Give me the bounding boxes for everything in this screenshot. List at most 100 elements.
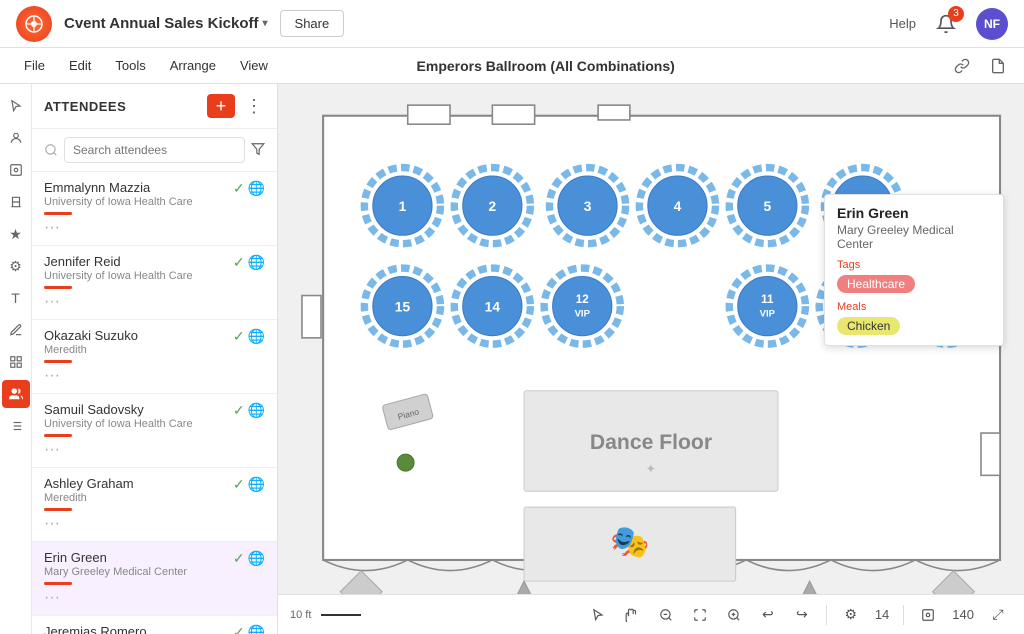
- chair-tool[interactable]: [2, 188, 30, 216]
- help-link[interactable]: Help: [889, 16, 916, 31]
- link-icon[interactable]: [948, 52, 976, 80]
- attendee-bar: [44, 286, 72, 289]
- pdf-icon[interactable]: [984, 52, 1012, 80]
- app-title: Cvent Annual Sales Kickoff ▾: [64, 15, 268, 32]
- list-item[interactable]: Jeremias Romero ✓ 🌐 ···: [32, 616, 277, 634]
- select-tool[interactable]: [2, 92, 30, 120]
- svg-text:12: 12: [576, 293, 589, 306]
- text-tool[interactable]: T: [2, 284, 30, 312]
- list-tool[interactable]: [2, 412, 30, 440]
- list-item[interactable]: Okazaki Suzuko Meredith ✓ 🌐 ···: [32, 320, 277, 394]
- list-item[interactable]: Jennifer Reid University of Iowa Health …: [32, 246, 277, 320]
- toolbar-divider2: [903, 605, 904, 625]
- attendee-more-button[interactable]: ···: [44, 589, 265, 607]
- scale-bar: [321, 614, 361, 616]
- bottom-toolbar: 10 ft ↩ ↪ ⚙ 14: [278, 594, 1024, 634]
- search-box: [32, 129, 277, 172]
- svg-text:2: 2: [489, 199, 497, 214]
- check-icon: ✓: [233, 624, 245, 634]
- attendee-bar: [44, 212, 72, 215]
- page-title: Emperors Ballroom (All Combinations): [417, 58, 675, 74]
- menu-bar: File Edit Tools Arrange View Emperors Ba…: [0, 48, 1024, 84]
- people-tool[interactable]: [2, 380, 30, 408]
- selected-count: 14: [875, 607, 889, 622]
- attendees-list: Emmalynn Mazzia University of Iowa Healt…: [32, 172, 277, 634]
- settings-tool[interactable]: ⚙: [2, 252, 30, 280]
- canvas-area[interactable]: 1 2 3 4 5 6 15: [278, 84, 1024, 634]
- tag-chip-meal: Chicken: [837, 317, 900, 335]
- svg-text:VIP: VIP: [575, 309, 591, 320]
- menu-view[interactable]: View: [228, 48, 280, 84]
- title-chevron[interactable]: ▾: [263, 18, 268, 29]
- attendee-tooltip: Erin Green Mary Greeley Medical Center T…: [824, 194, 1004, 346]
- menu-arrange[interactable]: Arrange: [158, 48, 228, 84]
- list-item[interactable]: Ashley Graham Meredith ✓ 🌐 ···: [32, 468, 277, 542]
- grid-tool[interactable]: [2, 348, 30, 376]
- zoom-in-button[interactable]: [720, 601, 748, 629]
- svg-text:VIP: VIP: [760, 309, 776, 320]
- star-tool[interactable]: ★: [2, 220, 30, 248]
- svg-text:🎭: 🎭: [610, 524, 650, 560]
- menu-file[interactable]: File: [12, 48, 57, 84]
- settings-button[interactable]: ⚙: [837, 601, 865, 629]
- svg-text:Dance Floor: Dance Floor: [590, 431, 712, 454]
- assigned-icon: 🌐: [248, 624, 265, 634]
- main-layout: ★ ⚙ T ATTENDEES + ⋮: [0, 84, 1024, 634]
- attendee-bar: [44, 360, 72, 363]
- svg-text:14: 14: [485, 299, 501, 314]
- expand-button[interactable]: ⤢: [984, 601, 1012, 629]
- notification-badge: 3: [948, 6, 964, 22]
- fit-screen-button[interactable]: [686, 601, 714, 629]
- svg-text:1: 1: [399, 199, 407, 214]
- check-icon: ✓: [233, 328, 245, 345]
- select-arrow-tool[interactable]: [584, 601, 612, 629]
- svg-text:✦: ✦: [646, 462, 657, 476]
- group-tool[interactable]: [2, 124, 30, 152]
- attendee-bar: [44, 508, 72, 511]
- menu-tools[interactable]: Tools: [103, 48, 157, 84]
- top-bar-right: Help 3 NF: [889, 8, 1008, 40]
- top-bar: Cvent Annual Sales Kickoff ▾ Share Help …: [0, 0, 1024, 48]
- attendee-more-button[interactable]: ···: [44, 441, 265, 459]
- check-icon: ✓: [233, 254, 245, 271]
- attendees-header: ATTENDEES + ⋮: [32, 84, 277, 129]
- share-button[interactable]: Share: [280, 10, 345, 37]
- table-view-button[interactable]: [914, 601, 942, 629]
- redo-button[interactable]: ↪: [788, 601, 816, 629]
- tooltip-tags-label: Tags: [837, 259, 991, 271]
- tooltip-meals-label: Meals: [837, 301, 991, 313]
- list-item[interactable]: Erin Green Mary Greeley Medical Center ✓…: [32, 542, 277, 616]
- zoom-out-button[interactable]: [652, 601, 680, 629]
- assigned-icon: 🌐: [248, 254, 265, 271]
- attendees-more-button[interactable]: ⋮: [243, 96, 265, 117]
- undo-button[interactable]: ↩: [754, 601, 782, 629]
- search-input[interactable]: [64, 137, 245, 163]
- table-total-count: 140: [952, 607, 974, 622]
- attendees-panel: ATTENDEES + ⋮ Emmalynn Mazzia University…: [32, 84, 278, 634]
- assigned-icon: 🌐: [248, 476, 265, 493]
- tooltip-name: Erin Green: [837, 205, 991, 221]
- left-toolbar: ★ ⚙ T: [0, 84, 32, 634]
- svg-text:3: 3: [584, 199, 592, 214]
- pan-tool[interactable]: [618, 601, 646, 629]
- user-avatar[interactable]: NF: [976, 8, 1008, 40]
- list-item[interactable]: Emmalynn Mazzia University of Iowa Healt…: [32, 172, 277, 246]
- assigned-icon: 🌐: [248, 402, 265, 419]
- tooltip-org: Mary Greeley Medical Center: [837, 223, 991, 251]
- svg-text:15: 15: [395, 299, 411, 314]
- check-icon: ✓: [233, 402, 245, 419]
- svg-text:4: 4: [674, 199, 682, 214]
- filter-icon[interactable]: [251, 142, 265, 159]
- svg-text:5: 5: [764, 199, 772, 214]
- list-item[interactable]: Samuil Sadovsky University of Iowa Healt…: [32, 394, 277, 468]
- tag-chip-healthcare: Healthcare: [837, 275, 915, 293]
- table-tool[interactable]: [2, 156, 30, 184]
- attendee-more-button[interactable]: ···: [44, 515, 265, 533]
- attendee-more-button[interactable]: ···: [44, 367, 265, 385]
- draw-tool[interactable]: [2, 316, 30, 344]
- add-attendee-button[interactable]: +: [207, 94, 235, 118]
- attendee-more-button[interactable]: ···: [44, 219, 265, 237]
- menu-edit[interactable]: Edit: [57, 48, 103, 84]
- notifications-button[interactable]: 3: [932, 10, 960, 38]
- attendee-more-button[interactable]: ···: [44, 293, 265, 311]
